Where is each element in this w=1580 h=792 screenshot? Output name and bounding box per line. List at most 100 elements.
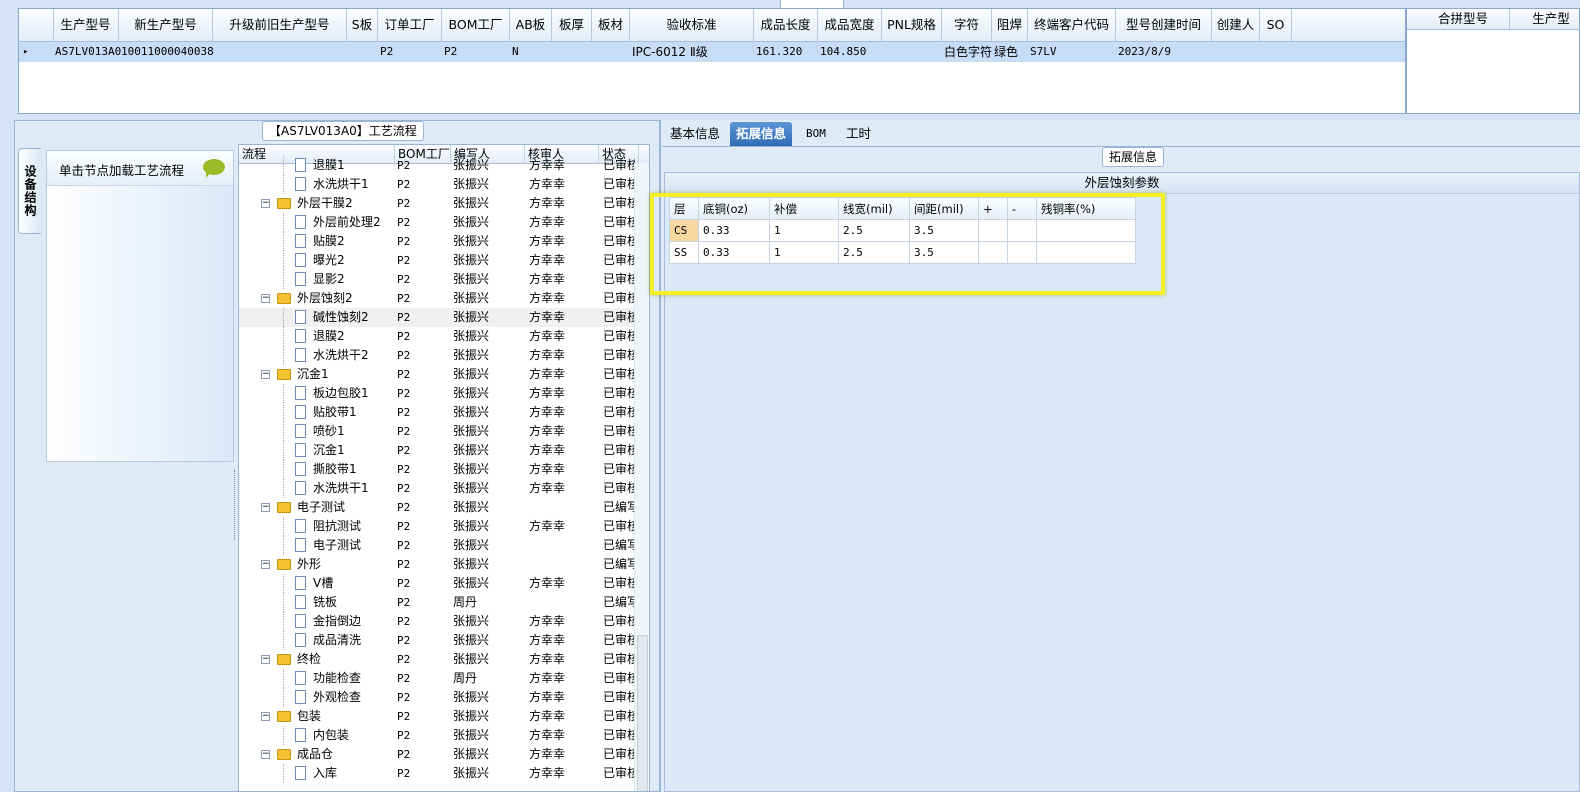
tree-row[interactable]: 入库 P2 张振兴 方幸幸 已审核	[239, 764, 649, 783]
grid-cell[interactable]: 161.320	[754, 42, 818, 62]
tree-guide-line	[283, 422, 284, 441]
tree-cell-status: 已审核	[603, 766, 635, 780]
collapse-icon[interactable]: −	[261, 503, 270, 512]
tab-bom[interactable]: BOM	[800, 122, 832, 146]
tree-row[interactable]: 退膜2 P2 张振兴 方幸幸 已审核	[239, 327, 649, 346]
collapse-icon[interactable]: −	[261, 712, 270, 721]
tree-cell-status: 已审核	[603, 633, 635, 647]
grid-cell[interactable]	[213, 42, 347, 62]
collapse-icon[interactable]: −	[261, 370, 270, 379]
tree-cell-reviewer: 方幸幸	[529, 614, 566, 628]
tab-equipment-structure[interactable]: 设备结构	[18, 148, 41, 234]
collapse-icon[interactable]: −	[261, 294, 270, 303]
tree-scrollbar[interactable]	[634, 163, 649, 791]
column-header[interactable]: 型号创建时间	[1116, 9, 1212, 41]
grid-cell[interactable]	[552, 42, 592, 62]
grid-cell[interactable]	[347, 42, 378, 62]
tree-row[interactable]: − 终检 P2 张振兴 方幸幸 已审核	[239, 650, 649, 669]
column-header[interactable]: 成品宽度	[818, 9, 882, 41]
tree-row[interactable]: 成品清洗 P2 张振兴 方幸幸 已审核	[239, 631, 649, 650]
tree-row[interactable]: V槽 P2 张振兴 方幸幸 已审核	[239, 574, 649, 593]
column-header[interactable]: PNL规格	[882, 9, 942, 41]
tree-row[interactable]: − 外层干膜2 P2 张振兴 方幸幸 已审核	[239, 194, 649, 213]
grid-cell[interactable]: IPC-6012 Ⅱ级	[630, 42, 754, 62]
column-header[interactable]: 验收标准	[630, 9, 754, 41]
column-header[interactable]: S板	[347, 9, 378, 41]
grid-cell[interactable]: S7LV	[1028, 42, 1116, 62]
tree-row[interactable]: − 电子测试 P2 张振兴 已编写	[239, 498, 649, 517]
tree-node-label: 电子测试	[297, 500, 346, 514]
column-header[interactable]: 板材	[592, 9, 630, 41]
column-header[interactable]: 成品长度	[754, 9, 818, 41]
tree-cell-reviewer: 方幸幸	[529, 386, 566, 400]
tree-row[interactable]: 贴膜2 P2 张振兴 方幸幸 已审核	[239, 232, 649, 251]
tree-row[interactable]: − 外形 P2 张振兴 已编写	[239, 555, 649, 574]
document-icon	[295, 234, 306, 248]
grid-cell[interactable]: P2	[378, 42, 442, 62]
tree-row[interactable]: 水洗烘干1 P2 张振兴 方幸幸 已审核	[239, 175, 649, 194]
grid-cell[interactable]: 白色字符	[942, 42, 992, 62]
tree-row[interactable]: − 成品仓 P2 张振兴 方幸幸 已审核	[239, 745, 649, 764]
tree-row[interactable]: 碱性蚀刻2 P2 张振兴 方幸幸 已审核	[239, 308, 649, 327]
column-header[interactable]: 创建人	[1212, 9, 1260, 41]
tree-row[interactable]: 水洗烘干2 P2 张振兴 方幸幸 已审核	[239, 346, 649, 365]
grid-cell[interactable]: N	[510, 42, 552, 62]
tree-node-label: 退膜1	[313, 158, 345, 172]
tab-basic-info[interactable]: 基本信息	[664, 122, 726, 146]
tab-ext-info[interactable]: 拓展信息	[730, 122, 793, 146]
column-header[interactable]: 字符	[942, 9, 992, 41]
grid-cell[interactable]	[592, 42, 630, 62]
tree-row[interactable]: 曝光2 P2 张振兴 方幸幸 已审核	[239, 251, 649, 270]
tree-scrollbar-thumb[interactable]	[637, 635, 648, 791]
tree-row[interactable]: 电子测试 P2 张振兴 已编写	[239, 536, 649, 555]
tree-row[interactable]: 喷砂1 P2 张振兴 方幸幸 已审核	[239, 422, 649, 441]
tree-row[interactable]: − 包装 P2 张振兴 方幸幸 已审核	[239, 707, 649, 726]
tree-row[interactable]: 金指倒边 P2 张振兴 方幸幸 已审核	[239, 612, 649, 631]
tree-row[interactable]: − 沉金1 P2 张振兴 方幸幸 已审核	[239, 365, 649, 384]
column-header[interactable]: 合拼型号	[1417, 9, 1510, 29]
grid-cell[interactable]: P2	[442, 42, 510, 62]
column-header[interactable]: AB板	[510, 9, 552, 41]
collapse-icon[interactable]: −	[261, 199, 270, 208]
tree-cell-status: 已审核	[603, 728, 635, 742]
collapse-icon[interactable]: −	[261, 655, 270, 664]
grid-cell[interactable]: AS7LV013A0	[53, 42, 121, 62]
collapse-icon[interactable]: −	[261, 750, 270, 759]
table-row[interactable]: ▸ AS7LV013A0 10011000040038 P2 P2 N IPC-6012 Ⅱ…	[19, 42, 1405, 62]
tree-row[interactable]: 内包装 P2 张振兴 方幸幸 已审核	[239, 726, 649, 745]
tree-row[interactable]: 撕胶带1 P2 张振兴 方幸幸 已审核	[239, 460, 649, 479]
grid-cell[interactable]: 2023/8/9	[1116, 42, 1212, 62]
tree-row[interactable]: 板边包胶1 P2 张振兴 方幸幸 已审核	[239, 384, 649, 403]
column-header[interactable]: 新生产型号	[119, 9, 213, 41]
grid-cell[interactable]	[1260, 42, 1292, 62]
tab-work-hours[interactable]: 工时	[840, 122, 877, 146]
grid-cell[interactable]: 10011000040038	[119, 42, 214, 62]
column-header[interactable]: 生产型号	[53, 9, 119, 41]
tree-row[interactable]: 阻抗测试 P2 张振兴 方幸幸 已审核	[239, 517, 649, 536]
grid-cell[interactable]: 绿色	[992, 42, 1028, 62]
grid-cell[interactable]	[1212, 42, 1260, 62]
column-header[interactable]: 板厚	[552, 9, 592, 41]
column-header[interactable]: BOM工厂	[442, 9, 510, 41]
tree-row[interactable]: 水洗烘干1 P2 张振兴 方幸幸 已审核	[239, 479, 649, 498]
tree-row[interactable]: 贴胶带1 P2 张振兴 方幸幸 已审核	[239, 403, 649, 422]
column-header[interactable]: 终端客户代码	[1028, 9, 1116, 41]
document-icon	[295, 158, 306, 172]
tree-row[interactable]: 沉金1 P2 张振兴 方幸幸 已审核	[239, 441, 649, 460]
tree-row[interactable]: 功能检查 P2 周丹 方幸幸 已审核	[239, 669, 649, 688]
tree-row[interactable]: 外观检查 P2 张振兴 方幸幸 已审核	[239, 688, 649, 707]
grid-cell[interactable]	[882, 42, 942, 62]
grid-cell[interactable]: 104.850	[818, 42, 882, 62]
column-header[interactable]: 订单工厂	[378, 9, 442, 41]
tree-row[interactable]: 铣板 P2 周丹 已编写	[239, 593, 649, 612]
tree-row[interactable]: 外层前处理2 P2 张振兴 方幸幸 已审核	[239, 213, 649, 232]
tree-row[interactable]: − 外层蚀刻2 P2 张振兴 方幸幸 已审核	[239, 289, 649, 308]
tree-row[interactable]: 显影2 P2 张振兴 方幸幸 已审核	[239, 270, 649, 289]
column-header[interactable]: 生产型	[1511, 9, 1579, 29]
tree-cell-writer: 张振兴	[453, 348, 490, 362]
column-header[interactable]: 升级前旧生产型号	[213, 9, 347, 41]
tree-row[interactable]: 退膜1 P2 张振兴 方幸幸 已审核	[239, 156, 649, 175]
column-header[interactable]: 阻焊	[992, 9, 1028, 41]
column-header[interactable]: SO	[1260, 9, 1292, 41]
collapse-icon[interactable]: −	[261, 560, 270, 569]
